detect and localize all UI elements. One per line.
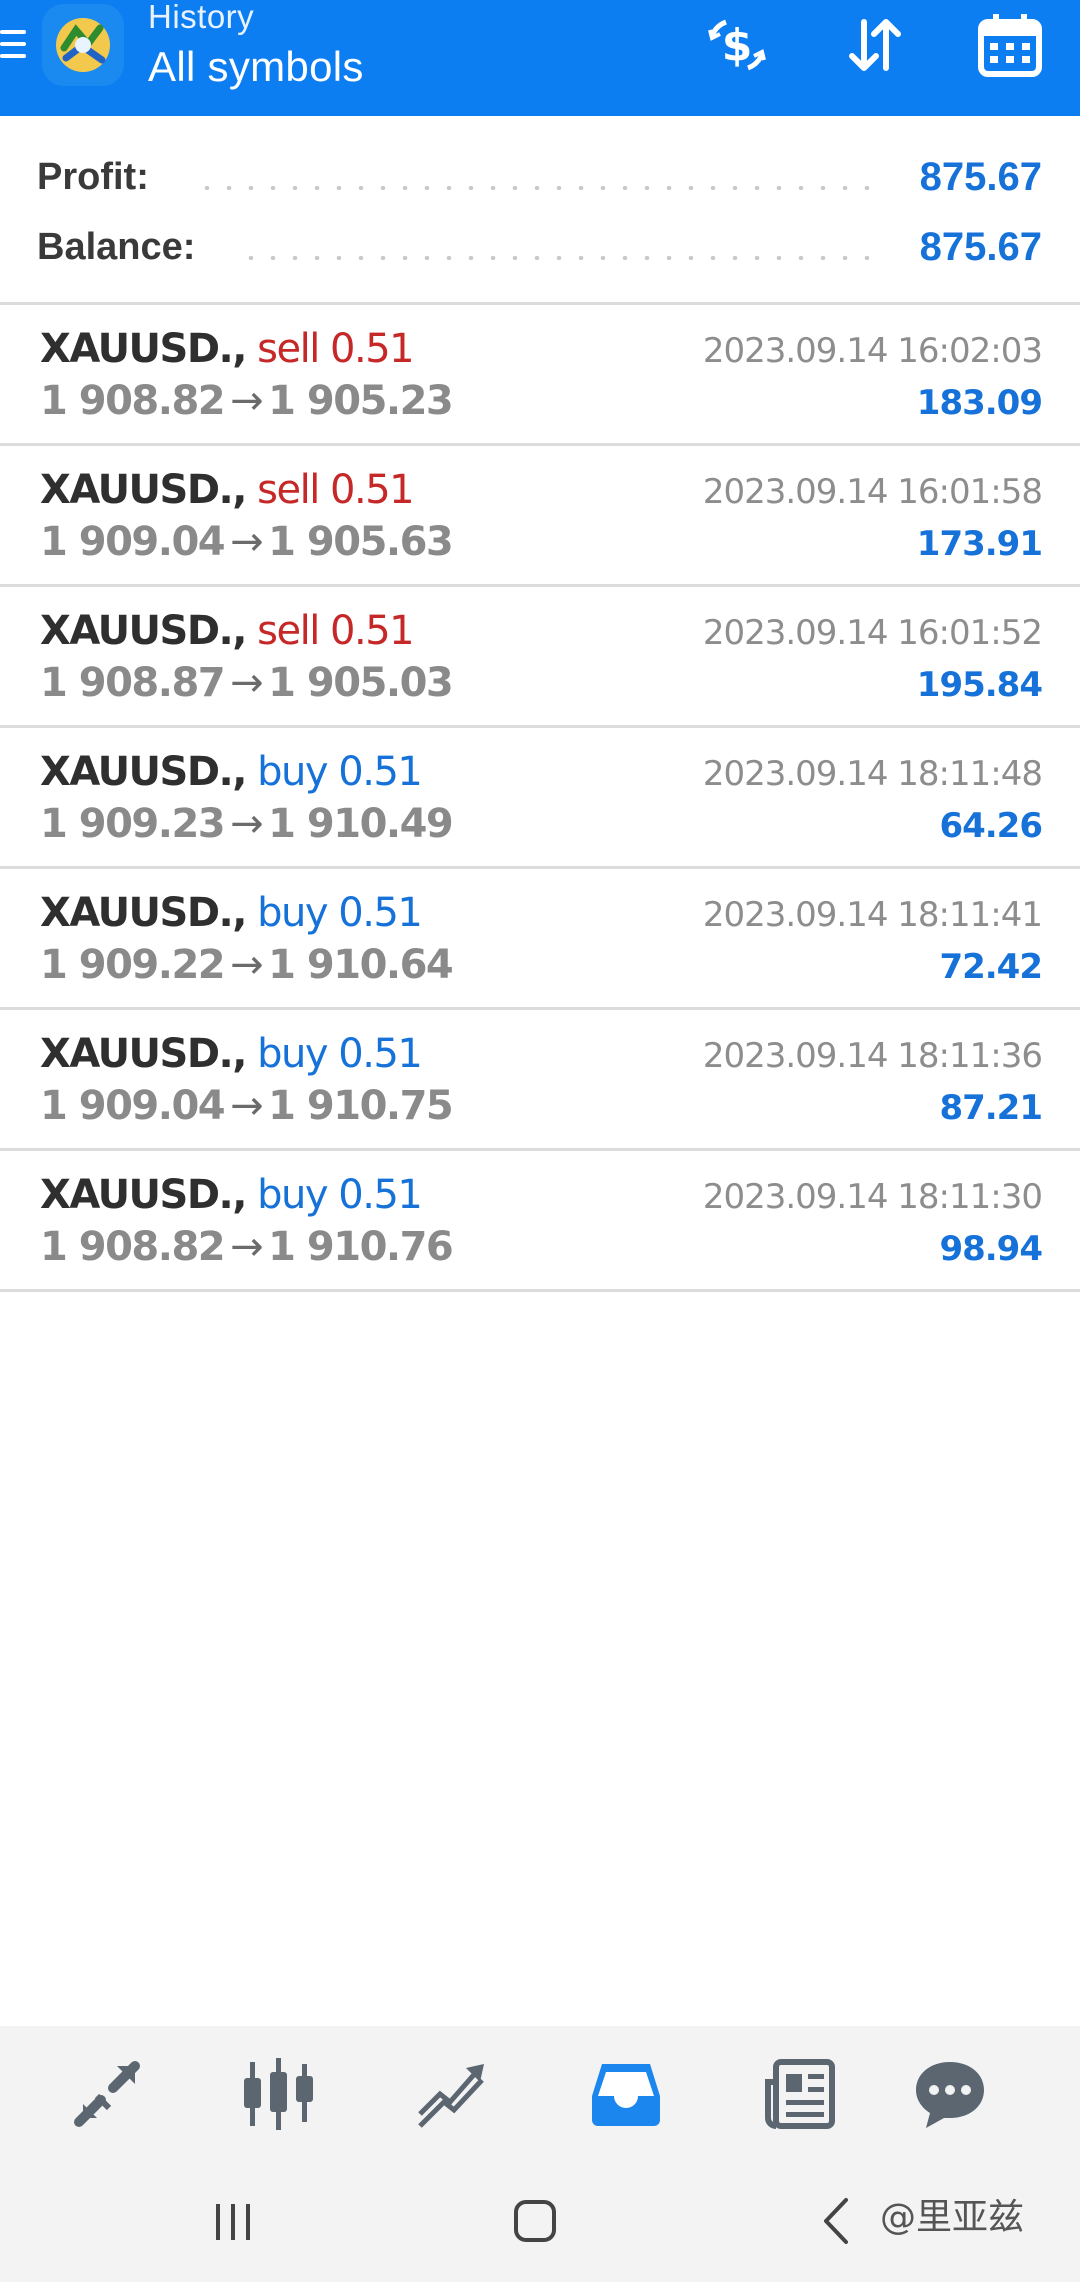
account-summary: Profit: 875.67 Balance: 875.67: [0, 116, 1080, 304]
trade-icon[interactable]: [414, 2056, 490, 2132]
close-price: 1 910.49: [268, 801, 454, 847]
arrow-icon: →: [230, 519, 264, 565]
deal-profit: 87.21: [939, 1088, 1043, 1128]
arrow-icon: →: [230, 378, 264, 424]
balance-label: Balance:: [37, 226, 196, 268]
open-price: 1 909.22: [40, 942, 226, 988]
deposit-dollar-icon[interactable]: $: [702, 10, 772, 80]
deal-time: 2023.09.14 18:11:30: [702, 1177, 1043, 1217]
svg-text:$: $: [722, 20, 753, 71]
close-price: 1 910.76: [268, 1224, 454, 1270]
recents-icon[interactable]: [198, 2186, 268, 2256]
dotted-leader: [240, 256, 882, 260]
deal-time: 2023.09.14 16:01:52: [702, 613, 1043, 653]
balance-value: 875.67: [919, 225, 1042, 269]
app-root: History All symbols $ Profit: 875.67 Bal…: [0, 0, 1080, 2282]
deal-profit: 173.91: [916, 524, 1043, 564]
open-price: 1 909.04: [40, 1083, 226, 1129]
deal-row[interactable]: XAUUSD., sell 0.51 1 908.87 → 1 905.03 202…: [0, 587, 1080, 728]
deal-side: sell 0.51: [257, 608, 414, 654]
deal-side: buy 0.51: [257, 749, 423, 795]
charts-icon[interactable]: [241, 2056, 317, 2132]
deal-symbol: XAUUSD.,: [40, 326, 247, 372]
news-icon[interactable]: [762, 2056, 838, 2132]
calendar-icon[interactable]: [975, 10, 1045, 80]
profit-label: Profit:: [37, 156, 149, 198]
open-price: 1 909.04: [40, 519, 226, 565]
deal-time: 2023.09.14 16:01:58: [702, 472, 1043, 512]
deal-symbol: XAUUSD.,: [40, 749, 247, 795]
deal-row[interactable]: XAUUSD., sell 0.51 1 908.82 → 1 905.23 202…: [0, 305, 1080, 446]
deal-row[interactable]: XAUUSD., buy 0.51 1 909.04 → 1 910.75 2023…: [0, 1010, 1080, 1151]
deal-profit: 64.26: [939, 806, 1043, 846]
arrow-icon: →: [230, 1083, 264, 1129]
open-price: 1 908.82: [40, 378, 226, 424]
close-price: 1 905.03: [268, 660, 454, 706]
deal-symbol: XAUUSD.,: [40, 608, 247, 654]
deal-row[interactable]: XAUUSD., buy 0.51 1 909.23 → 1 910.49 2023…: [0, 728, 1080, 869]
chat-icon[interactable]: [912, 2056, 988, 2132]
deal-symbol: XAUUSD.,: [40, 1172, 247, 1218]
watermark: @里亚兹: [880, 2197, 1025, 2238]
symbol-filter-label[interactable]: All symbols: [148, 44, 364, 90]
open-price: 1 908.82: [40, 1224, 226, 1270]
metatrader-logo: [42, 4, 124, 86]
close-price: 1 910.64: [268, 942, 454, 988]
open-price: 1 909.23: [40, 801, 226, 847]
sort-icon[interactable]: [840, 10, 910, 80]
deal-row[interactable]: XAUUSD., buy 0.51 1 908.82 → 1 910.76 2023…: [0, 1151, 1080, 1292]
home-icon[interactable]: [500, 2186, 570, 2256]
balance-row: Balance: 875.67: [0, 222, 1080, 272]
deal-side: buy 0.51: [257, 890, 423, 936]
deal-time: 2023.09.14 16:02:03: [702, 331, 1043, 371]
deal-profit: 183.09: [916, 383, 1043, 423]
arrow-icon: →: [230, 942, 264, 988]
arrow-icon: →: [230, 660, 264, 706]
menu-icon[interactable]: [0, 26, 30, 62]
deal-side: buy 0.51: [257, 1172, 423, 1218]
bottom-navigation: [0, 2026, 1080, 2156]
close-price: 1 905.23: [268, 378, 454, 424]
open-price: 1 908.87: [40, 660, 226, 706]
deals-list: XAUUSD., sell 0.51 1 908.82 → 1 905.23 202…: [0, 305, 1080, 1292]
profit-value: 875.67: [919, 155, 1042, 199]
deal-profit: 72.42: [939, 947, 1043, 987]
deal-symbol: XAUUSD.,: [40, 467, 247, 513]
back-icon[interactable]: [802, 2186, 872, 2256]
deal-symbol: XAUUSD.,: [40, 1031, 247, 1077]
deal-profit: 98.94: [939, 1229, 1043, 1269]
system-navigation-bar: @里亚兹: [0, 2156, 1080, 2282]
deal-side: sell 0.51: [257, 467, 414, 513]
deal-symbol: XAUUSD.,: [40, 890, 247, 936]
deal-time: 2023.09.14 18:11:48: [702, 754, 1043, 794]
deal-time: 2023.09.14 18:11:36: [702, 1036, 1043, 1076]
profit-row: Profit: 875.67: [0, 152, 1080, 202]
close-price: 1 910.75: [268, 1083, 454, 1129]
quotes-icon[interactable]: [69, 2056, 145, 2132]
deal-time: 2023.09.14 18:11:41: [702, 895, 1043, 935]
deal-side: buy 0.51: [257, 1031, 423, 1077]
arrow-icon: →: [230, 801, 264, 847]
history-icon[interactable]: [588, 2056, 664, 2132]
deal-row[interactable]: XAUUSD., sell 0.51 1 909.04 → 1 905.63 202…: [0, 446, 1080, 587]
deal-side: sell 0.51: [257, 326, 414, 372]
arrow-icon: →: [230, 1224, 264, 1270]
top-app-bar: History All symbols $: [0, 0, 1080, 116]
deal-row[interactable]: XAUUSD., buy 0.51 1 909.22 → 1 910.64 2023…: [0, 869, 1080, 1010]
dotted-leader: [196, 186, 882, 190]
close-price: 1 905.63: [268, 519, 454, 565]
screen-title: History: [148, 0, 255, 35]
deal-profit: 195.84: [916, 665, 1043, 705]
